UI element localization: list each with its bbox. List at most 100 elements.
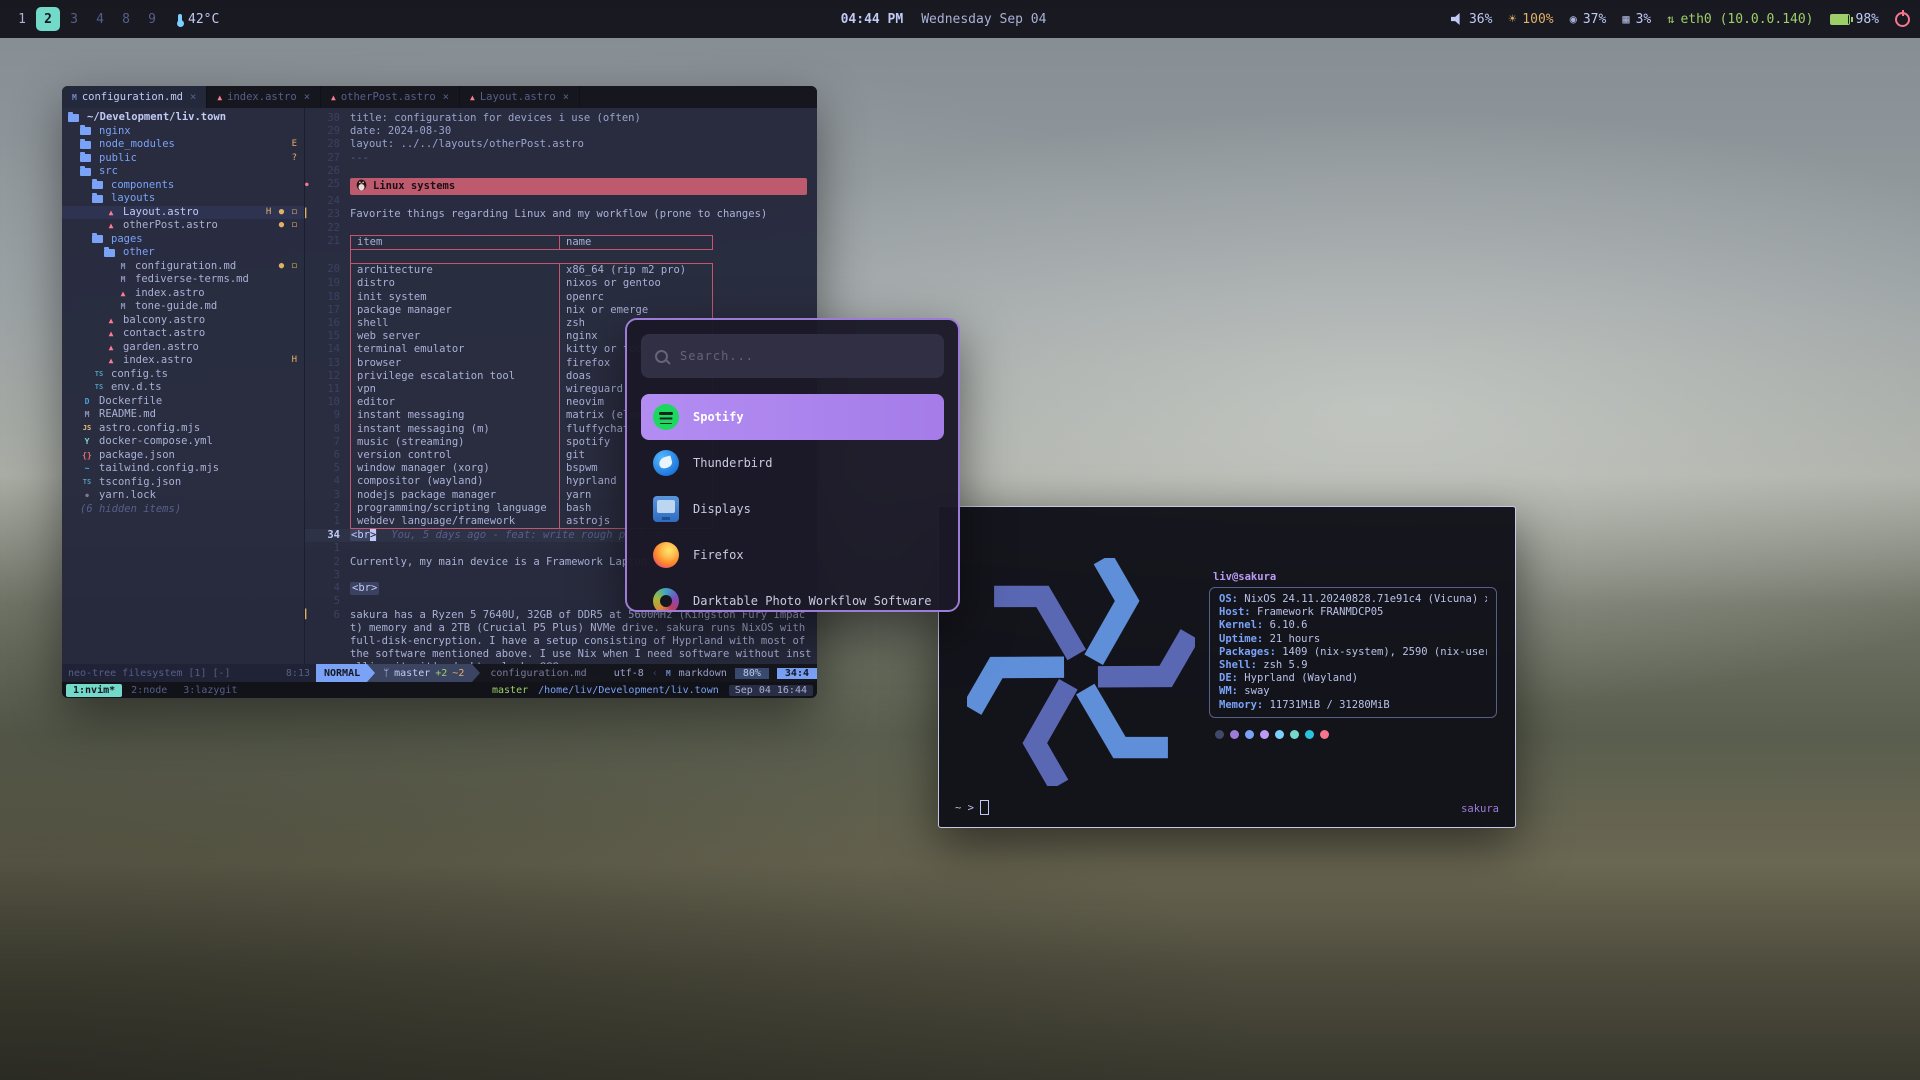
- palette-dot: [1245, 730, 1254, 739]
- line-number: 4: [312, 475, 350, 488]
- tree-item[interactable]: astro.config.mjs: [62, 422, 304, 436]
- tree-item[interactable]: ~/Development/liv.town: [62, 111, 304, 125]
- launcher-item[interactable]: Thunderbird: [641, 440, 944, 486]
- tree-item[interactable]: otherPost.astro ● ◻: [62, 219, 304, 233]
- tree-item[interactable]: yarn.lock: [62, 489, 304, 503]
- table-row: 20 architecture x86_64 (rip m2 pro): [305, 263, 817, 277]
- file-name: configuration.md: [135, 260, 236, 274]
- tab-close-icon[interactable]: ×: [304, 91, 310, 103]
- tree-item[interactable]: public ?: [62, 152, 304, 166]
- app-icon: [653, 404, 679, 430]
- terminal-window[interactable]: liv@sakura OS: NixOS 24.11.20240828.71e9…: [938, 506, 1516, 828]
- tree-item[interactable]: contact.astro: [62, 327, 304, 341]
- tree-item[interactable]: nginx: [62, 125, 304, 139]
- search-box[interactable]: [641, 334, 944, 378]
- tree-item[interactable]: other: [62, 246, 304, 260]
- editor-tab[interactable]: index.astro ×: [207, 86, 321, 108]
- editor-tab[interactable]: otherPost.astro ×: [321, 86, 460, 108]
- info-value: 6.10.6: [1270, 619, 1308, 631]
- tree-item[interactable]: config.ts: [62, 368, 304, 382]
- tree-item[interactable]: package.json: [62, 449, 304, 463]
- table-cell-item: shell: [350, 317, 559, 330]
- workspace-button[interactable]: 1: [10, 7, 34, 31]
- tmux-window[interactable]: 1:nvim*: [66, 684, 122, 697]
- line-number: 10: [312, 396, 350, 409]
- line-number: 22: [312, 222, 350, 235]
- tree-item[interactable]: fediverse-terms.md: [62, 273, 304, 287]
- tree-item[interactable]: tone-guide.md: [62, 300, 304, 314]
- workspace-button[interactable]: 9: [140, 7, 164, 31]
- power-button[interactable]: [1895, 12, 1910, 27]
- info-label: Kernel:: [1219, 619, 1270, 631]
- tree-item[interactable]: tailwind.config.mjs: [62, 462, 304, 476]
- editor-tab[interactable]: configuration.md ×: [62, 86, 207, 108]
- raw-html-tag: <br>: [350, 529, 377, 541]
- editor-line: 24: [305, 195, 817, 208]
- line-number: 7: [312, 436, 350, 449]
- info-label: Memory:: [1219, 699, 1270, 711]
- system-info-line: Packages: 1409 (nix-system), 2590 (nix-u…: [1219, 646, 1487, 659]
- tree-item[interactable]: tsconfig.json: [62, 476, 304, 490]
- separator: [367, 664, 375, 682]
- power-module[interactable]: [1895, 12, 1910, 27]
- tab-close-icon[interactable]: ×: [443, 91, 449, 103]
- network-module[interactable]: ⇅ eth0 (10.0.0.140): [1667, 12, 1813, 27]
- git-status-flags: H ● ◻: [266, 206, 304, 220]
- tmux-window[interactable]: 3:lazygit: [176, 684, 244, 697]
- tab-close-icon[interactable]: ×: [563, 91, 569, 103]
- tree-item[interactable]: index.astro: [62, 287, 304, 301]
- workspace-button[interactable]: 3: [62, 7, 86, 31]
- thermometer-icon: [178, 14, 182, 25]
- git-status-flags: ?: [292, 152, 304, 166]
- tree-item[interactable]: pages: [62, 233, 304, 247]
- desktop: 1 2 3 4 8 9 42°C 04:44 PM Wednesday Sep …: [0, 0, 1920, 1080]
- system-info-line: Uptime: 21 hours: [1219, 633, 1487, 646]
- filetype-icon: [331, 93, 336, 102]
- file-name: layouts: [111, 192, 155, 206]
- info-value: sway: [1244, 685, 1269, 697]
- search-input[interactable]: [678, 348, 930, 364]
- tree-item[interactable]: components: [62, 179, 304, 193]
- prompt-text: ~ >: [955, 802, 974, 814]
- tree-item[interactable]: src: [62, 165, 304, 179]
- tree-item[interactable]: balcony.astro: [62, 314, 304, 328]
- editor-tab[interactable]: Layout.astro ×: [460, 86, 580, 108]
- tree-item[interactable]: (6 hidden items): [62, 503, 304, 517]
- file-name: garden.astro: [123, 341, 199, 355]
- launcher-item[interactable]: Darktable Photo Workflow Software: [641, 578, 944, 612]
- tree-item[interactable]: env.d.ts: [62, 381, 304, 395]
- tree-item[interactable]: Layout.astro H ● ◻: [62, 206, 304, 220]
- info-label: DE:: [1219, 672, 1244, 684]
- tree-item[interactable]: Dockerfile: [62, 395, 304, 409]
- workspace-button[interactable]: 2: [36, 7, 60, 31]
- palette-dot: [1290, 730, 1299, 739]
- tab-close-icon[interactable]: ×: [190, 91, 196, 103]
- tmux-window[interactable]: 2:node: [124, 684, 174, 697]
- launcher-item[interactable]: Displays: [641, 486, 944, 532]
- tree-item[interactable]: layouts: [62, 192, 304, 206]
- file-name: node_modules: [99, 138, 175, 152]
- file-name: tone-guide.md: [135, 300, 217, 314]
- tree-item[interactable]: configuration.md ● ◻: [62, 260, 304, 274]
- tree-item[interactable]: node_modules E: [62, 138, 304, 152]
- file-icon: [116, 275, 130, 285]
- terminal-color-palette: [1215, 730, 1501, 739]
- info-label: WM:: [1219, 685, 1244, 697]
- launcher-item[interactable]: Firefox: [641, 532, 944, 578]
- filetype-icon: [72, 93, 77, 102]
- workspace-button[interactable]: 8: [114, 7, 138, 31]
- volume-module[interactable]: 36%: [1451, 12, 1492, 27]
- table-row: 19 distro nixos or gentoo: [305, 277, 817, 290]
- tree-item[interactable]: README.md: [62, 408, 304, 422]
- file-name: src: [99, 165, 118, 179]
- launcher-item[interactable]: Spotify: [641, 394, 944, 440]
- tree-item[interactable]: garden.astro: [62, 341, 304, 355]
- tree-item[interactable]: index.astro H: [62, 354, 304, 368]
- workspace-switcher: 1 2 3 4 8 9: [10, 7, 164, 31]
- brightness-module[interactable]: ☀ 100%: [1508, 12, 1553, 27]
- workspace-button[interactable]: 4: [88, 7, 112, 31]
- file-icon: [104, 356, 118, 366]
- tree-item[interactable]: docker-compose.yml: [62, 435, 304, 449]
- file-icon: [80, 423, 94, 433]
- neo-tree-cursor-pos: 8:13: [286, 668, 310, 679]
